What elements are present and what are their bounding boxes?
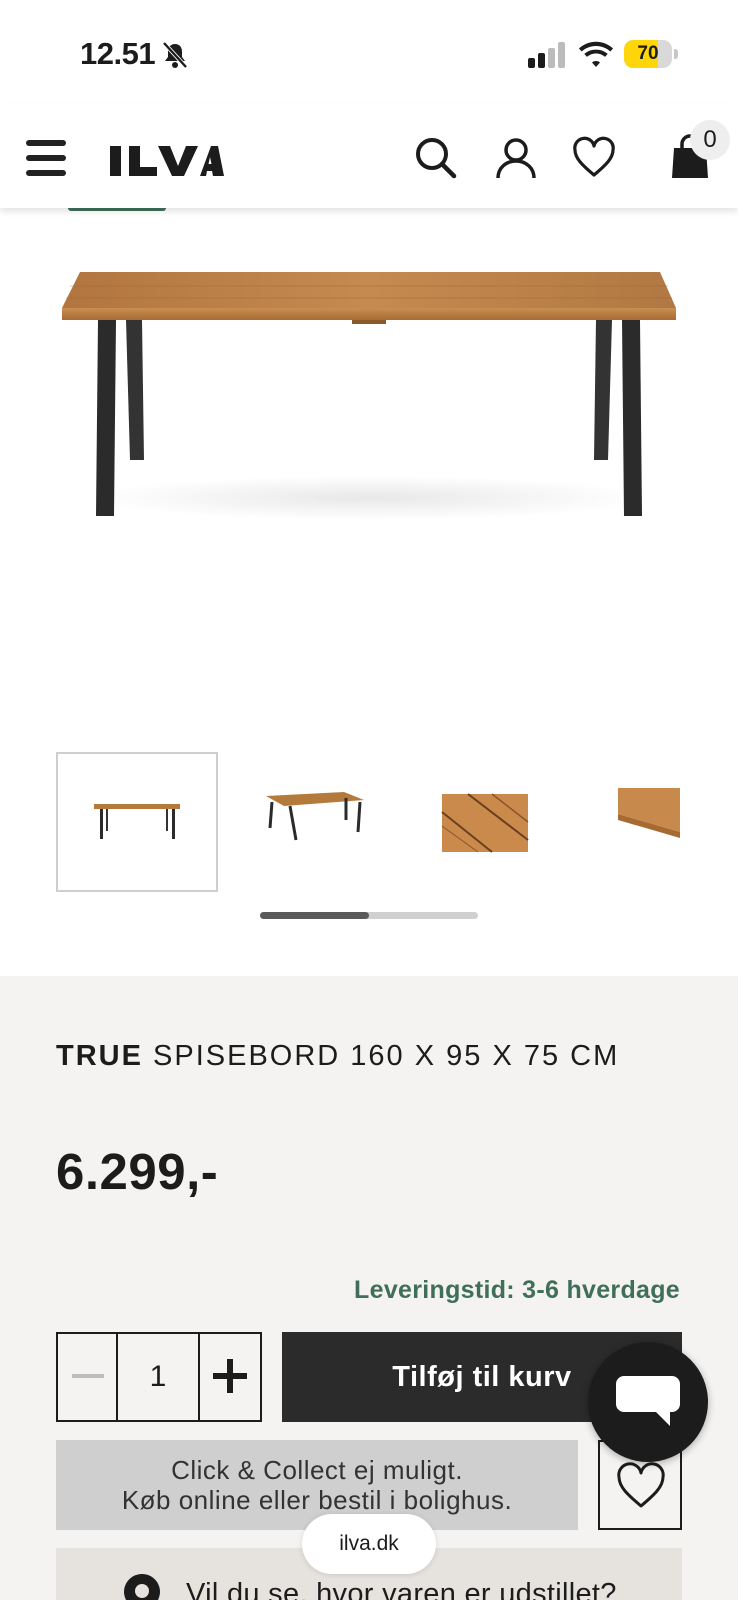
heart-icon (617, 1462, 665, 1508)
status-time: 12.51 (80, 36, 156, 71)
battery-level: 70 (637, 43, 659, 64)
thumbnail-scrollbar[interactable] (260, 912, 478, 919)
quantity-stepper: 1 (56, 1332, 262, 1422)
product-main-image[interactable] (0, 208, 738, 728)
ilva-logo[interactable] (110, 144, 224, 178)
site-header: 0 (0, 104, 738, 208)
scrollbar-thumb[interactable] (260, 912, 369, 919)
thumbnail-strip[interactable] (56, 752, 680, 894)
thumbnail-1[interactable] (56, 752, 218, 892)
account-icon[interactable] (494, 136, 538, 180)
thumbnail-2[interactable] (234, 752, 396, 892)
product-brand: TRUE (56, 1040, 143, 1072)
cellular-signal-icon (528, 42, 565, 68)
quantity-value[interactable]: 1 (118, 1334, 200, 1420)
heart-icon[interactable] (572, 136, 616, 180)
thumbnail-3[interactable] (412, 752, 574, 892)
click-collect-line1: Click & Collect ej muligt. (171, 1455, 463, 1485)
dining-table-image (62, 272, 676, 520)
click-collect-line2: Køb online eller bestil i bolighus. (121, 1485, 513, 1515)
showroom-text: Vil du se, hvor varen er udstillet? (186, 1578, 617, 1600)
product-price: 6.299,- (56, 1143, 219, 1200)
delivery-time: Leveringstid: 3-6 hverdage (354, 1276, 680, 1304)
browser-url[interactable]: ilva.dk (302, 1514, 436, 1574)
menu-icon[interactable] (26, 140, 66, 176)
product-title: TRUE SPISEBORD 160 X 95 X 75 CM (56, 1040, 619, 1073)
quantity-increase-button[interactable] (200, 1334, 260, 1420)
thumbnail-4[interactable] (590, 752, 680, 892)
battery-tip (674, 49, 678, 59)
battery-body: 70 (624, 40, 672, 68)
product-info-section: TRUE SPISEBORD 160 X 95 X 75 CM 6.299,- … (0, 976, 738, 1600)
bell-slash-icon (162, 41, 188, 69)
quantity-decrease-button[interactable] (58, 1334, 118, 1420)
battery-icon: 70 (624, 40, 678, 68)
status-bar: 12.51 70 (0, 0, 738, 104)
wifi-icon (579, 41, 613, 67)
location-pin-icon (124, 1574, 160, 1600)
chat-bubble-icon (616, 1376, 680, 1426)
minus-icon (72, 1374, 104, 1378)
product-tag-edge (68, 208, 166, 211)
search-icon[interactable] (414, 136, 458, 180)
product-name: SPISEBORD 160 X 95 X 75 CM (153, 1040, 620, 1072)
cart-count-badge[interactable]: 0 (690, 120, 730, 160)
chat-button[interactable] (588, 1342, 708, 1462)
